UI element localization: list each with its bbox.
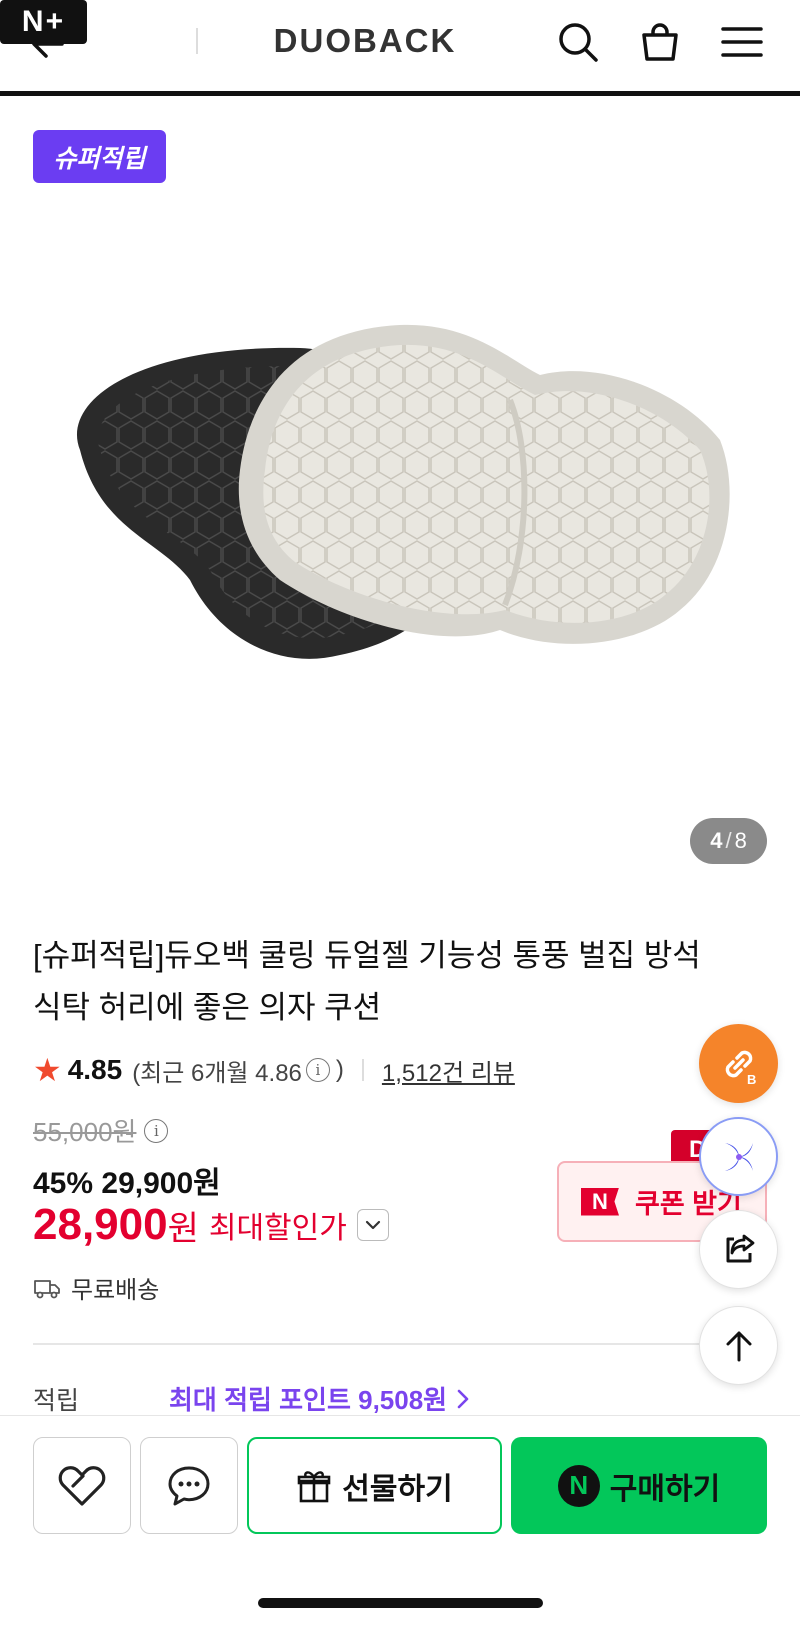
search-icon: [559, 23, 598, 62]
cart-button[interactable]: [634, 16, 686, 68]
shipping-label: 무료배송: [71, 1277, 160, 1304]
top-header: N+ DUOBACK: [0, 0, 800, 96]
arrow-left-icon: [32, 30, 64, 58]
share-icon: [726, 1234, 754, 1262]
naver-pay-icon: N: [557, 1464, 600, 1507]
gift-button[interactable]: 선물하기: [247, 1437, 502, 1534]
link-share-button[interactable]: B: [699, 1024, 778, 1103]
header-divider: [196, 28, 198, 54]
back-button[interactable]: [22, 18, 74, 70]
brand-logo[interactable]: DUOBACK: [250, 18, 480, 64]
home-indicator: [258, 1598, 543, 1608]
final-price-currency: 원: [167, 1209, 199, 1248]
chevron-down-icon: [365, 1220, 380, 1230]
coupon-icon: N: [581, 1187, 619, 1216]
star-icon: ★: [33, 1052, 62, 1088]
gift-label: 선물하기: [342, 1472, 453, 1506]
image-counter-separator: /: [725, 828, 732, 853]
chevron-right-icon: [457, 1389, 469, 1408]
section-divider: [33, 1343, 767, 1345]
svg-text:B: B: [747, 1072, 756, 1086]
final-price: 28,900: [33, 1200, 168, 1249]
max-discount-expand-button[interactable]: [356, 1209, 389, 1241]
buy-button[interactable]: N 구매하기: [511, 1437, 767, 1534]
hamburger-menu-icon: [721, 27, 763, 57]
arrow-up-icon: [726, 1331, 751, 1361]
link-icon: B: [725, 1050, 756, 1086]
ai-assistant-button[interactable]: [699, 1117, 778, 1196]
image-counter-current: 4: [710, 828, 723, 853]
chat-bubble-icon: [168, 1466, 210, 1505]
rating-divider: [361, 1059, 364, 1081]
price-info-icon[interactable]: i: [144, 1118, 169, 1143]
max-discount-label: 최대할인가: [208, 1212, 347, 1245]
rating-row: ★ 4.85 (최근 6개월 4.86 i ) 1,512건 리뷰: [33, 1050, 515, 1090]
share-button[interactable]: [699, 1210, 778, 1289]
ai-sparkle-icon: [724, 1142, 753, 1171]
wishlist-button[interactable]: [33, 1437, 131, 1534]
shipping-info: 무료배송: [33, 1270, 159, 1305]
talk-inquiry-button[interactable]: [140, 1437, 238, 1534]
info-icon[interactable]: i: [305, 1058, 330, 1082]
image-counter: 4 / 8: [690, 818, 767, 864]
search-button[interactable]: [552, 16, 604, 68]
original-price: 55,000원: [33, 1117, 137, 1147]
shopping-bag-icon: [642, 23, 678, 61]
discount-price: 45% 29,900원: [33, 1167, 221, 1200]
image-counter-total: 8: [734, 828, 747, 853]
gift-icon: [297, 1470, 331, 1502]
rating-score: 4.85: [67, 1054, 123, 1085]
review-count-link[interactable]: 1,512건 리뷰: [382, 1053, 515, 1088]
truck-icon: [34, 1279, 60, 1298]
menu-button[interactable]: [716, 16, 768, 68]
final-price-row: 28,900 원 최대할인가: [33, 1200, 389, 1250]
original-price-row: 55,000원 i: [33, 1112, 174, 1149]
super-points-badge: 슈퍼적립: [33, 130, 166, 183]
points-row[interactable]: 적립 최대 적립 포인트 9,508원: [33, 1380, 473, 1417]
recent-rating: (최근 6개월 4.86: [132, 1059, 302, 1087]
heart-icon: [58, 1465, 106, 1506]
buy-label: 구매하기: [609, 1472, 721, 1506]
points-value: 최대 적립 포인트 9,508원: [169, 1385, 448, 1415]
recent-rating-close: ): [335, 1056, 344, 1083]
scroll-to-top-button[interactable]: [699, 1306, 778, 1385]
product-title: [슈퍼적립]듀오백 쿨링 듀얼젤 기능성 통풍 벌집 방석 식탁 허리에 좋은 …: [33, 938, 701, 1025]
product-image[interactable]: [40, 300, 760, 720]
points-label: 적립: [33, 1386, 80, 1415]
